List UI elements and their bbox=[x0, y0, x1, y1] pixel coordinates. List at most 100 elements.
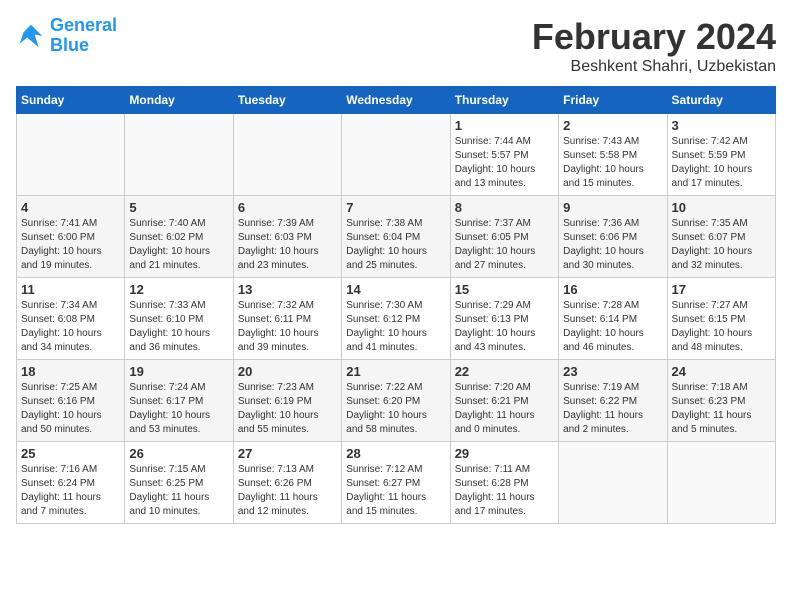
day-number: 27 bbox=[238, 446, 337, 461]
calendar-cell bbox=[125, 114, 233, 196]
day-info: Sunrise: 7:42 AM Sunset: 5:59 PM Dayligh… bbox=[672, 135, 771, 191]
calendar-cell: 11Sunrise: 7:34 AM Sunset: 6:08 PM Dayli… bbox=[17, 278, 125, 360]
day-info: Sunrise: 7:35 AM Sunset: 6:07 PM Dayligh… bbox=[672, 217, 771, 273]
column-header-sunday: Sunday bbox=[17, 87, 125, 114]
day-number: 22 bbox=[455, 364, 554, 379]
day-number: 18 bbox=[21, 364, 120, 379]
logo-text: General Blue bbox=[50, 16, 117, 56]
day-number: 15 bbox=[455, 282, 554, 297]
calendar-cell bbox=[559, 442, 667, 524]
day-number: 24 bbox=[672, 364, 771, 379]
calendar-cell: 2 Sunrise: 7:43 AM Sunset: 5:58 PM Daylig… bbox=[559, 114, 667, 196]
calendar-cell bbox=[233, 114, 341, 196]
day-info: Sunrise: 7:39 AM Sunset: 6:03 PM Dayligh… bbox=[238, 217, 337, 273]
day-number: 26 bbox=[129, 446, 228, 461]
day-number: 9 bbox=[563, 200, 662, 215]
calendar-cell: 10 Sunrise: 7:35 AM Sunset: 6:07 PM Dayli… bbox=[667, 196, 775, 278]
day-info: Sunrise: 7:13 AM Sunset: 6:26 PM Dayligh… bbox=[238, 463, 337, 519]
day-number: 20 bbox=[238, 364, 337, 379]
day-info: Sunrise: 7:25 AM Sunset: 6:16 PM Dayligh… bbox=[21, 381, 120, 437]
day-number: 16 bbox=[563, 282, 662, 297]
calendar-week-row: 1 Sunrise: 7:44 AM Sunset: 5:57 PM Daylig… bbox=[17, 114, 776, 196]
calendar-cell: 20Sunrise: 7:23 AM Sunset: 6:19 PM Dayli… bbox=[233, 360, 341, 442]
day-info: Sunrise: 7:15 AM Sunset: 6:25 PM Dayligh… bbox=[129, 463, 228, 519]
calendar-cell: 15 Sunrise: 7:29 AM Sunset: 6:13 PM Dayli… bbox=[450, 278, 558, 360]
day-info: Sunrise: 7:36 AM Sunset: 6:06 PM Dayligh… bbox=[563, 217, 662, 273]
calendar-cell: 1 Sunrise: 7:44 AM Sunset: 5:57 PM Daylig… bbox=[450, 114, 558, 196]
calendar-cell: 12Sunrise: 7:33 AM Sunset: 6:10 PM Dayli… bbox=[125, 278, 233, 360]
day-number: 14 bbox=[346, 282, 445, 297]
calendar-cell: 17 Sunrise: 7:27 AM Sunset: 6:15 PM Dayli… bbox=[667, 278, 775, 360]
day-number: 7 bbox=[346, 200, 445, 215]
calendar-cell: 29 Sunrise: 7:11 AM Sunset: 6:28 PM Dayli… bbox=[450, 442, 558, 524]
calendar-header-row: SundayMondayTuesdayWednesdayThursdayFrid… bbox=[17, 87, 776, 114]
calendar-cell: 25Sunrise: 7:16 AM Sunset: 6:24 PM Dayli… bbox=[17, 442, 125, 524]
calendar-cell: 4 Sunrise: 7:41 AM Sunset: 6:00 PM Daylig… bbox=[17, 196, 125, 278]
day-info: Sunrise: 7:22 AM Sunset: 6:20 PM Dayligh… bbox=[346, 381, 445, 437]
calendar-cell: 13 Sunrise: 7:32 AM Sunset: 6:11 PM Dayli… bbox=[233, 278, 341, 360]
calendar-cell: 23Sunrise: 7:19 AM Sunset: 6:22 PM Dayli… bbox=[559, 360, 667, 442]
calendar-cell: 18 Sunrise: 7:25 AM Sunset: 6:16 PM Dayli… bbox=[17, 360, 125, 442]
column-header-thursday: Thursday bbox=[450, 87, 558, 114]
day-number: 19 bbox=[129, 364, 228, 379]
logo-line1: General bbox=[50, 15, 117, 35]
day-info: Sunrise: 7:30 AM Sunset: 6:12 PM Dayligh… bbox=[346, 299, 445, 355]
day-info: Sunrise: 7:37 AM Sunset: 6:05 PM Dayligh… bbox=[455, 217, 554, 273]
day-info: Sunrise: 7:43 AM Sunset: 5:58 PM Dayligh… bbox=[563, 135, 662, 191]
column-header-tuesday: Tuesday bbox=[233, 87, 341, 114]
day-info: Sunrise: 7:40 AM Sunset: 6:02 PM Dayligh… bbox=[129, 217, 228, 273]
calendar-cell: 7Sunrise: 7:38 AM Sunset: 6:04 PM Daylig… bbox=[342, 196, 450, 278]
calendar-week-row: 11Sunrise: 7:34 AM Sunset: 6:08 PM Dayli… bbox=[17, 278, 776, 360]
day-number: 21 bbox=[346, 364, 445, 379]
calendar-cell: 21 Sunrise: 7:22 AM Sunset: 6:20 PM Dayli… bbox=[342, 360, 450, 442]
calendar-cell: 16 Sunrise: 7:28 AM Sunset: 6:14 PM Dayli… bbox=[559, 278, 667, 360]
calendar-week-row: 18 Sunrise: 7:25 AM Sunset: 6:16 PM Dayli… bbox=[17, 360, 776, 442]
day-info: Sunrise: 7:27 AM Sunset: 6:15 PM Dayligh… bbox=[672, 299, 771, 355]
location-title: Beshkent Shahri, Uzbekistan bbox=[532, 58, 776, 76]
calendar-cell: 14 Sunrise: 7:30 AM Sunset: 6:12 PM Dayli… bbox=[342, 278, 450, 360]
calendar-cell: 22Sunrise: 7:20 AM Sunset: 6:21 PM Dayli… bbox=[450, 360, 558, 442]
column-header-saturday: Saturday bbox=[667, 87, 775, 114]
column-header-monday: Monday bbox=[125, 87, 233, 114]
month-title: February 2024 bbox=[532, 16, 776, 58]
day-number: 3 bbox=[672, 118, 771, 133]
day-info: Sunrise: 7:29 AM Sunset: 6:13 PM Dayligh… bbox=[455, 299, 554, 355]
calendar-cell: 5Sunrise: 7:40 AM Sunset: 6:02 PM Daylig… bbox=[125, 196, 233, 278]
calendar-cell bbox=[342, 114, 450, 196]
day-number: 10 bbox=[672, 200, 771, 215]
day-number: 13 bbox=[238, 282, 337, 297]
logo: General Blue bbox=[16, 16, 117, 56]
day-number: 29 bbox=[455, 446, 554, 461]
day-info: Sunrise: 7:41 AM Sunset: 6:00 PM Dayligh… bbox=[21, 217, 120, 273]
logo-line2: Blue bbox=[50, 35, 89, 55]
day-number: 2 bbox=[563, 118, 662, 133]
day-number: 8 bbox=[455, 200, 554, 215]
calendar-cell: 9 Sunrise: 7:36 AM Sunset: 6:06 PM Daylig… bbox=[559, 196, 667, 278]
day-number: 17 bbox=[672, 282, 771, 297]
day-info: Sunrise: 7:32 AM Sunset: 6:11 PM Dayligh… bbox=[238, 299, 337, 355]
calendar-cell: 3 Sunrise: 7:42 AM Sunset: 5:59 PM Daylig… bbox=[667, 114, 775, 196]
title-block: February 2024 Beshkent Shahri, Uzbekista… bbox=[532, 16, 776, 76]
calendar-week-row: 25Sunrise: 7:16 AM Sunset: 6:24 PM Dayli… bbox=[17, 442, 776, 524]
day-number: 4 bbox=[21, 200, 120, 215]
day-info: Sunrise: 7:33 AM Sunset: 6:10 PM Dayligh… bbox=[129, 299, 228, 355]
day-info: Sunrise: 7:34 AM Sunset: 6:08 PM Dayligh… bbox=[21, 299, 120, 355]
day-number: 6 bbox=[238, 200, 337, 215]
day-info: Sunrise: 7:24 AM Sunset: 6:17 PM Dayligh… bbox=[129, 381, 228, 437]
day-number: 1 bbox=[455, 118, 554, 133]
calendar-cell bbox=[667, 442, 775, 524]
day-info: Sunrise: 7:11 AM Sunset: 6:28 PM Dayligh… bbox=[455, 463, 554, 519]
calendar-cell: 24Sunrise: 7:18 AM Sunset: 6:23 PM Dayli… bbox=[667, 360, 775, 442]
logo-icon bbox=[16, 21, 46, 51]
day-info: Sunrise: 7:28 AM Sunset: 6:14 PM Dayligh… bbox=[563, 299, 662, 355]
column-header-friday: Friday bbox=[559, 87, 667, 114]
calendar-cell bbox=[17, 114, 125, 196]
calendar-cell: 28Sunrise: 7:12 AM Sunset: 6:27 PM Dayli… bbox=[342, 442, 450, 524]
day-info: Sunrise: 7:16 AM Sunset: 6:24 PM Dayligh… bbox=[21, 463, 120, 519]
calendar-cell: 26 Sunrise: 7:15 AM Sunset: 6:25 PM Dayli… bbox=[125, 442, 233, 524]
calendar-week-row: 4 Sunrise: 7:41 AM Sunset: 6:00 PM Daylig… bbox=[17, 196, 776, 278]
column-header-wednesday: Wednesday bbox=[342, 87, 450, 114]
calendar-cell: 6 Sunrise: 7:39 AM Sunset: 6:03 PM Daylig… bbox=[233, 196, 341, 278]
day-info: Sunrise: 7:44 AM Sunset: 5:57 PM Dayligh… bbox=[455, 135, 554, 191]
calendar-cell: 27 Sunrise: 7:13 AM Sunset: 6:26 PM Dayli… bbox=[233, 442, 341, 524]
